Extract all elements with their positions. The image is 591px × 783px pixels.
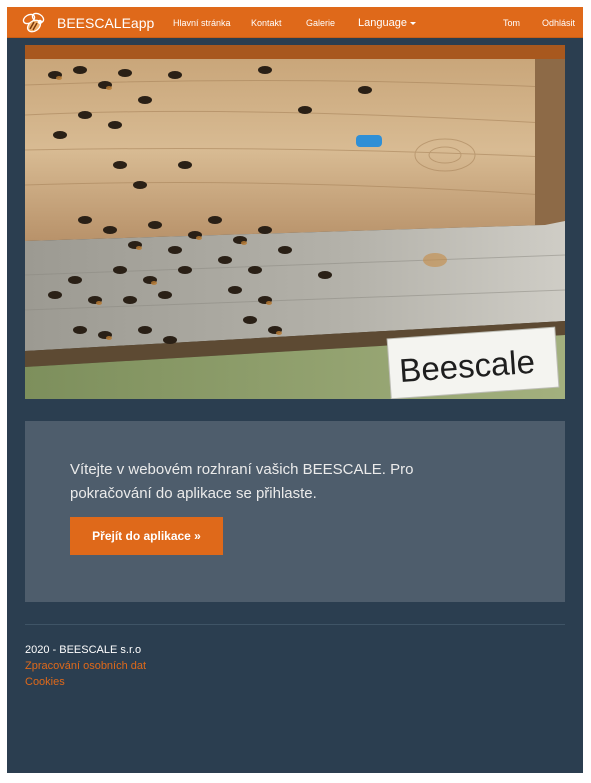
nav-link-gallery[interactable]: Galerie	[306, 7, 335, 38]
brand-link[interactable]: BEESCALEapp	[21, 7, 154, 38]
cookies-link[interactable]: Cookies	[25, 674, 146, 690]
page: BEESCALEapp Hlavní stránka Kontakt Galer…	[7, 7, 583, 773]
privacy-link[interactable]: Zpracování osobních dat	[25, 658, 146, 674]
caret-down-icon	[409, 22, 416, 25]
nav-link-contact[interactable]: Kontakt	[251, 7, 282, 38]
hero-image: Beescale	[25, 45, 565, 399]
copyright-text: 2020 - BEESCALE s.r.o	[25, 644, 142, 656]
language-label: Language	[358, 16, 407, 29]
footer: 2020 - BEESCALE s.r.o Zpracování osobníc…	[25, 642, 146, 690]
language-dropdown[interactable]: Language	[358, 7, 416, 38]
footer-divider	[25, 624, 565, 625]
brand-name: BEESCALEapp	[57, 14, 155, 31]
bee-icon	[22, 12, 45, 32]
welcome-text: Vítejte v webovém rozhraní vašich BEESCA…	[70, 461, 414, 502]
nav-user[interactable]: Tom	[503, 7, 520, 38]
welcome-panel: Vítejte v webovém rozhraní vašich BEESCA…	[25, 421, 565, 602]
go-to-app-button[interactable]: Přejít do aplikace »	[70, 517, 223, 555]
navbar: BEESCALEapp Hlavní stránka Kontakt Galer…	[7, 7, 583, 38]
nav-link-home[interactable]: Hlavní stránka	[173, 7, 231, 38]
logout-link[interactable]: Odhlásit	[542, 7, 575, 38]
beehive-photo: Beescale	[25, 45, 565, 399]
